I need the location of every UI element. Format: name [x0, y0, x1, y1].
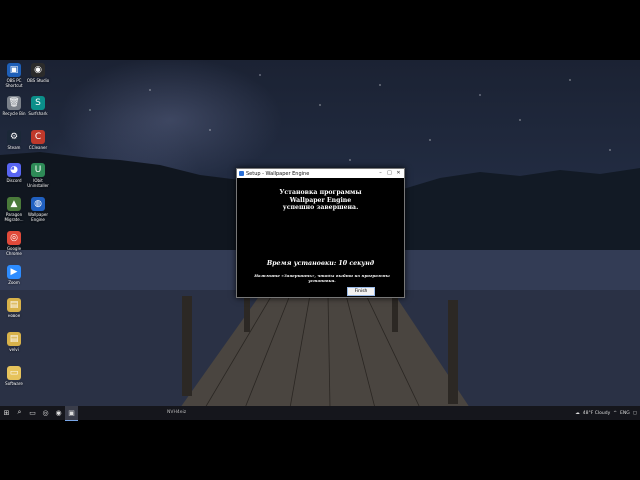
maximize-button[interactable]: □ [385, 169, 394, 178]
close-button[interactable]: ✕ [394, 169, 403, 178]
file-icon: ▤ [7, 298, 21, 312]
surfshark-icon: S [31, 96, 45, 110]
heading-line-1: Установка программы [279, 189, 362, 196]
obs-icon: ◉ [31, 63, 45, 77]
desktop-icon-label: OBS PC Shortcut [5, 78, 23, 88]
discord-icon: ◕ [7, 163, 21, 177]
monitor-icon: ▣ [7, 63, 21, 77]
weather-widget[interactable]: 48°F Cloudy [583, 411, 611, 416]
desktop-icon-label: Software [5, 381, 23, 386]
desktop-icon[interactable]: ▭ Software [1, 366, 27, 386]
desktop-icon-label: Steam [7, 145, 21, 150]
completion-heading: Установка программы Wallpaper Engine усп… [237, 189, 404, 212]
tray-overflow-chevron[interactable]: ^ [613, 411, 617, 416]
file-icon: ▤ [7, 332, 21, 346]
install-time: Время установки: 10 секунд [266, 260, 375, 267]
system-tray: ☁ 48°F Cloudy ^ ENG ▢ [575, 406, 640, 420]
heading-line-2: Wallpaper Engine [289, 196, 352, 204]
setup-title: Setup - Wallpaper Engine [246, 170, 310, 177]
desktop-icon-label: CCleaner [28, 145, 48, 150]
desktop-icon[interactable]: ◉ OBS Studio [25, 63, 51, 83]
wallpaper-engine-icon: ◍ [31, 197, 45, 211]
chrome-icon: ◎ [7, 231, 21, 245]
desktop-icon[interactable]: ▤ velvi [1, 332, 27, 352]
desktop-icon-label: новое [7, 313, 21, 318]
setup-titlebar[interactable]: Setup - Wallpaper Engine – □ ✕ [237, 169, 404, 178]
finish-hint: Нажмите «Завершить», чтобы выйти из прог… [254, 273, 390, 283]
desktop-icon[interactable]: C CCleaner [25, 130, 51, 150]
finish-button[interactable]: Finish [347, 287, 375, 296]
ccleaner-icon: C [31, 130, 45, 144]
setup-app-icon[interactable]: ▣ [65, 405, 78, 421]
desktop-icon[interactable]: ◎ Google Chrome [1, 231, 27, 256]
taskbar: ⊞ ⌕ ▭ ◎ ◉ ▣ NVH4eiz ☁ 48°F Cloudy ^ ENG ▢ [0, 405, 640, 421]
desktop-icon[interactable]: ▶ Zoom [1, 265, 27, 285]
zoom-icon: ▶ [7, 265, 21, 279]
desktop-icon-label: Zoom [8, 280, 20, 285]
desktop-icon-label: Recycle Bin [2, 111, 26, 116]
obs-icon[interactable]: ◉ [52, 406, 65, 420]
desktop-icon-label: Discord [6, 178, 22, 183]
desktop-icon-label: Wallpaper Engine [27, 212, 48, 222]
repack-credit: Repack by Conek77 [243, 287, 304, 293]
desktop-icon-label: OBS Studio [26, 78, 50, 83]
desktop-icon[interactable]: ◍ Wallpaper Engine [25, 197, 51, 222]
paragon-icon: ▲ [7, 197, 21, 211]
desktop-icon-label: velvi [9, 347, 19, 352]
iobit-uninstaller-icon: U [31, 163, 45, 177]
steam-icon: ⚙ [7, 130, 21, 144]
desktop-icon-label: Surfshark [28, 111, 48, 116]
taskbar-items: ⊞ ⌕ ▭ ◎ ◉ ▣ [0, 405, 78, 421]
desktop-icon-label: IObit Uninstaller [27, 178, 49, 188]
search-icon[interactable]: ⌕ [13, 406, 26, 420]
desktop-icon[interactable]: ⚙ Steam [1, 130, 27, 150]
desktop-icon[interactable]: ◕ Discord [1, 163, 27, 183]
folder-icon: ▭ [7, 366, 21, 380]
heading-line-3: успешно завершена. [282, 204, 359, 211]
setup-body: Установка программы Wallpaper Engine усп… [237, 178, 404, 297]
desktop-icon[interactable]: 🗑 Recycle Bin [1, 96, 27, 116]
minimize-button[interactable]: – [376, 169, 385, 178]
desktop-icon[interactable]: ▣ OBS PC Shortcut [1, 63, 27, 88]
desktop-icon-label: Paragon Migrate... [4, 212, 24, 222]
desktop-icon[interactable]: S Surfshark [25, 96, 51, 116]
language-indicator[interactable]: ENG [620, 411, 630, 416]
recycle-bin-icon: 🗑 [7, 96, 21, 110]
desktop-icon[interactable]: ▤ новое [1, 298, 27, 318]
desktop-icon-label: Google Chrome [6, 246, 22, 256]
desktop-icon[interactable]: U IObit Uninstaller [25, 163, 51, 188]
taskbar-center-label: NVH4eiz [167, 410, 187, 415]
weather-icon[interactable]: ☁ [575, 411, 580, 416]
setup-window: Setup - Wallpaper Engine – □ ✕ Установка… [236, 168, 405, 298]
chrome-icon[interactable]: ◎ [39, 406, 52, 420]
setup-app-icon [239, 171, 244, 176]
file-explorer-icon[interactable]: ▭ [26, 406, 39, 420]
notification-icon[interactable]: ▢ [633, 411, 637, 416]
desktop-icon[interactable]: ▲ Paragon Migrate... [1, 197, 27, 222]
windows-start-icon[interactable]: ⊞ [0, 406, 13, 420]
